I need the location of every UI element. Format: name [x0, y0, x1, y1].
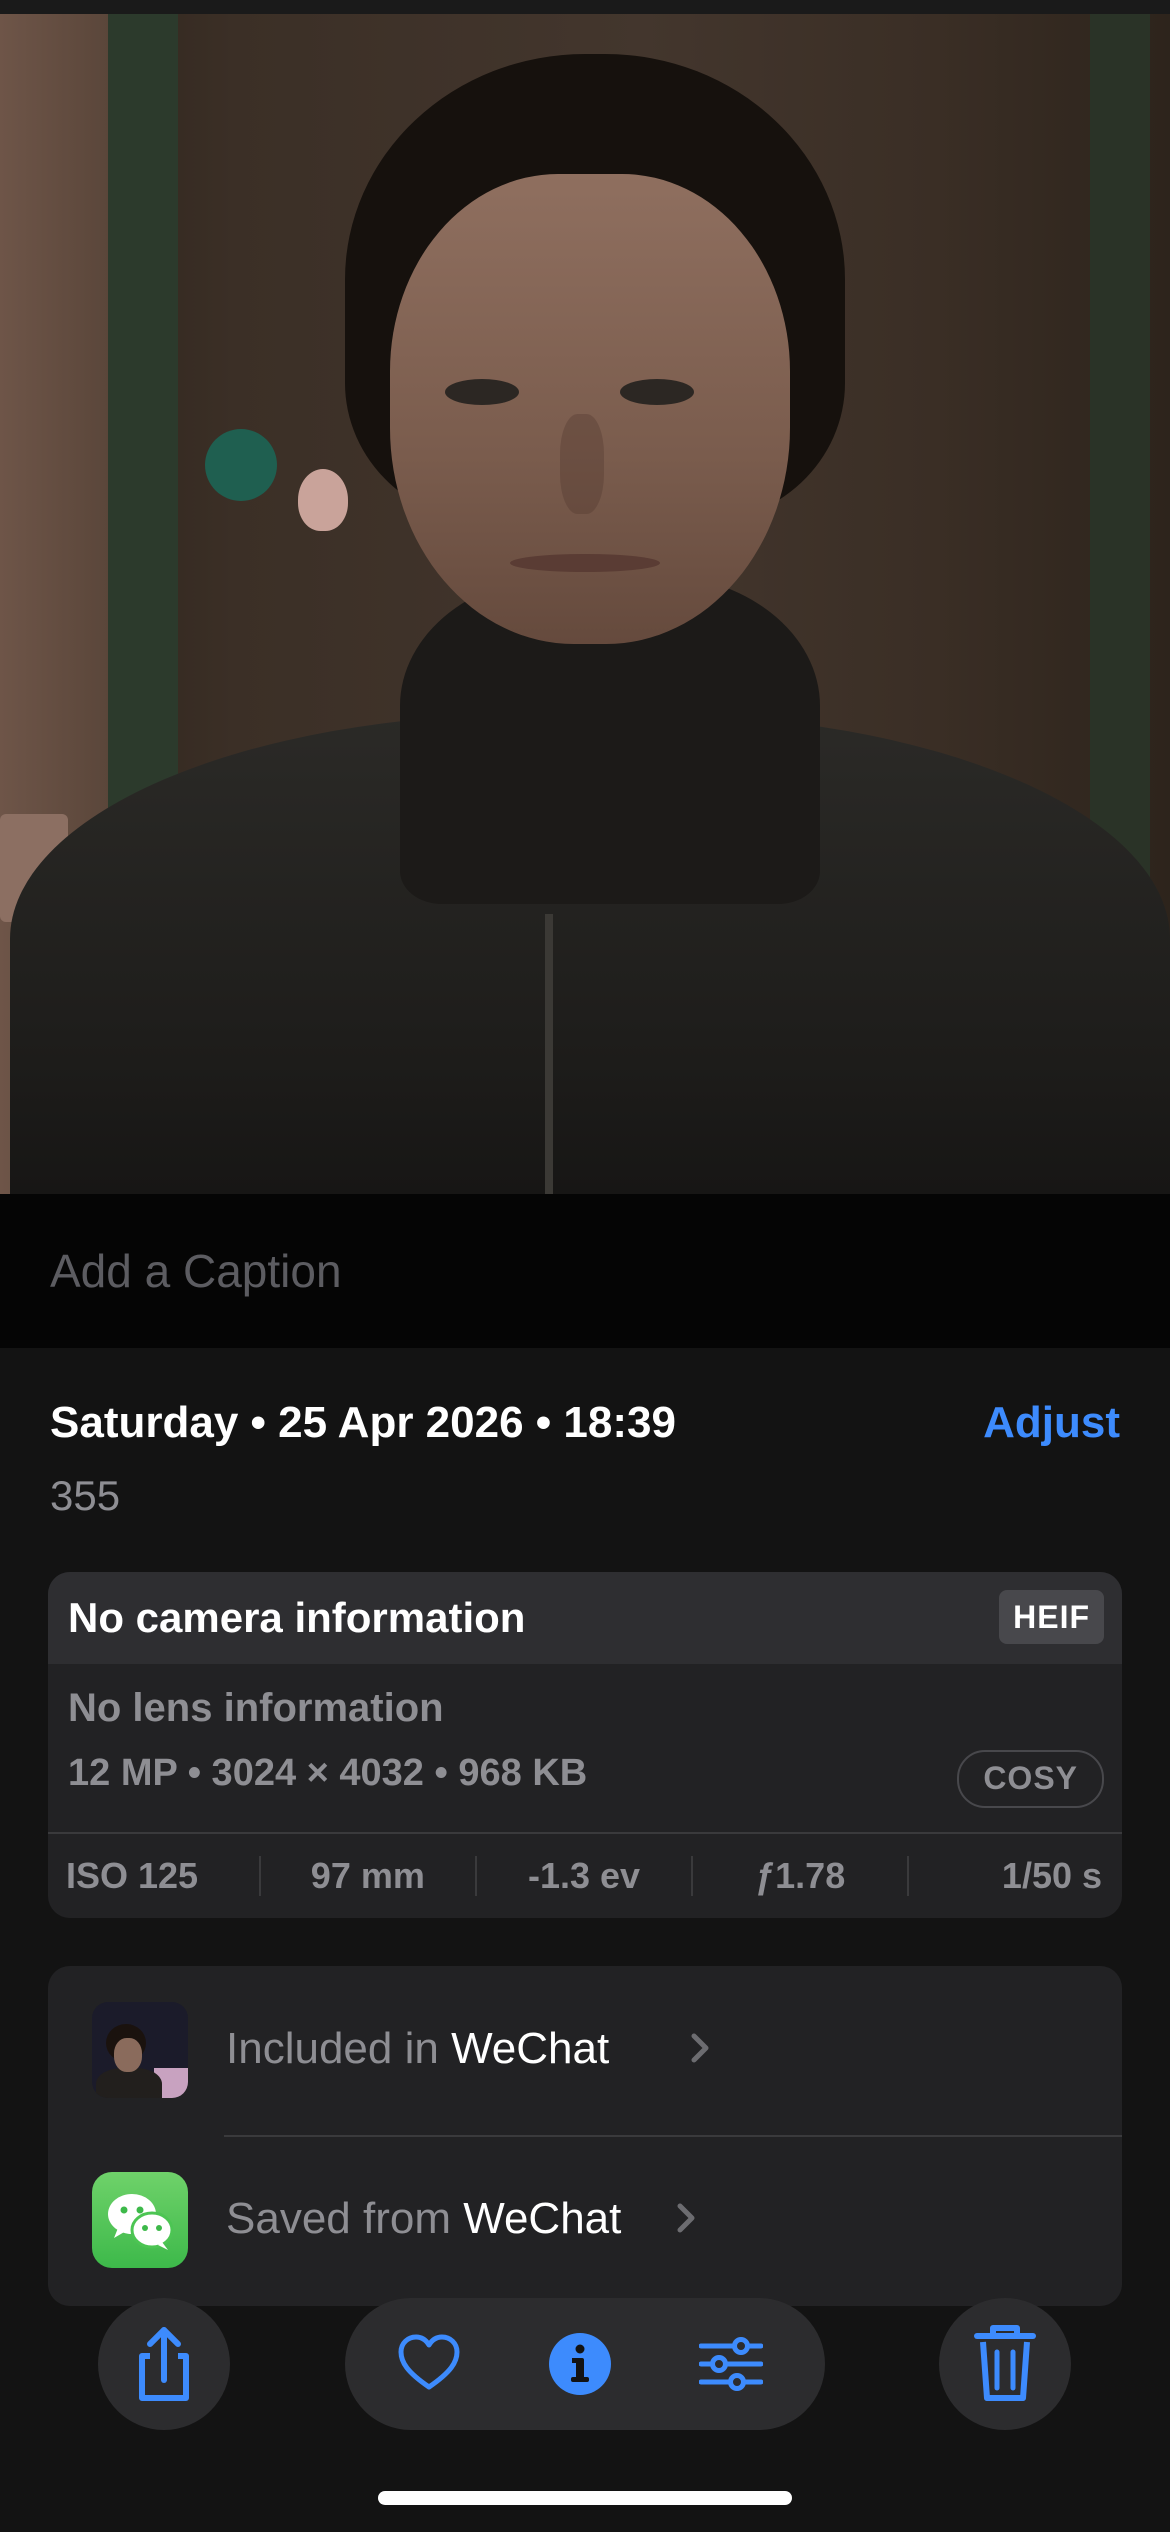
album-thumbnail: [92, 2002, 188, 2098]
photo-actions-pill: [345, 2298, 825, 2430]
wechat-bubbles-icon: [108, 2194, 174, 2250]
chevron-right-icon: [677, 2203, 695, 2233]
albums-card: Included in WeChat Saved from WeChat: [48, 1966, 1122, 2306]
exif-shutter-speed: 1/50 s: [1001, 1855, 1103, 1896]
trash-icon: [974, 2325, 1036, 2401]
share-icon: [139, 2327, 189, 2401]
photo-eye: [445, 379, 519, 405]
favourite-button[interactable]: [397, 2332, 461, 2396]
delete-button[interactable]: [939, 2298, 1071, 2430]
home-indicator[interactable]: [378, 2491, 792, 2505]
photo-zip: [545, 914, 553, 1194]
photo-nose: [560, 414, 604, 514]
exif-exposure-compensation: -1.3 ev: [527, 1855, 641, 1896]
caption-placeholder[interactable]: Add a Caption: [50, 1244, 342, 1298]
included-in-album-row[interactable]: Included in WeChat: [48, 1966, 1122, 2136]
album-row-name: WeChat: [451, 2024, 610, 2073]
photo-info-screen: Add a Caption Saturday • 25 Apr 2026 • 1…: [0, 0, 1170, 2532]
share-button[interactable]: [98, 2298, 230, 2430]
info-icon: [549, 2333, 611, 2395]
status-bar-strip: [0, 0, 1170, 14]
image-specs: 12 MP • 3024 × 4032 • 968 KB: [68, 1752, 588, 1794]
saved-from-row[interactable]: Saved from WeChat: [48, 2136, 1122, 2306]
photo-view[interactable]: [0, 14, 1170, 1194]
format-badge: HEIF: [999, 1590, 1104, 1644]
edit-button[interactable]: [699, 2332, 763, 2396]
thumbnail-detail: [114, 2038, 142, 2072]
exif-aperture: ƒ1.78: [755, 1855, 846, 1896]
camera-title: No camera information: [68, 1594, 526, 1641]
thumbnail-detail: [96, 2068, 162, 2098]
exif-row: ISO 125 97 mm -1.3 ev ƒ1.78 1/50 s: [48, 1834, 1122, 1918]
album-row-label: Included in WeChat: [226, 2024, 609, 2074]
exif-focal-length: 97 mm: [310, 1855, 425, 1896]
photo-subtitle: 355: [50, 1472, 121, 1519]
heart-icon: [398, 2334, 460, 2390]
album-row-label: Saved from WeChat: [226, 2194, 621, 2244]
caption-field[interactable]: Add a Caption: [0, 1194, 1170, 1348]
info-button[interactable]: [548, 2332, 612, 2396]
photo-eye: [620, 379, 694, 405]
album-row-prefix: Saved from: [226, 2194, 451, 2243]
camera-card-header: No camera information HEIF: [48, 1572, 1122, 1664]
chevron-right-icon: [691, 2033, 709, 2063]
wechat-app-icon: [92, 2172, 188, 2268]
photographic-style-badge[interactable]: COSY: [957, 1750, 1104, 1808]
album-row-name: WeChat: [463, 2194, 622, 2243]
camera-info-card: No camera information HEIF No lens infor…: [48, 1572, 1122, 1918]
photo-sticker: [298, 469, 348, 531]
adjust-sliders-icon: [699, 2337, 763, 2391]
photo-face: [390, 174, 790, 644]
photo-mouth: [510, 554, 660, 572]
photo-date-time: Saturday • 25 Apr 2026 • 18:39: [50, 1398, 676, 1447]
adjust-button[interactable]: Adjust: [983, 1398, 1120, 1448]
album-row-prefix: Included in: [226, 2024, 439, 2073]
lens-info: No lens information: [68, 1686, 444, 1730]
exif-iso: ISO 125: [66, 1855, 199, 1896]
photo-sticker: [205, 429, 277, 501]
